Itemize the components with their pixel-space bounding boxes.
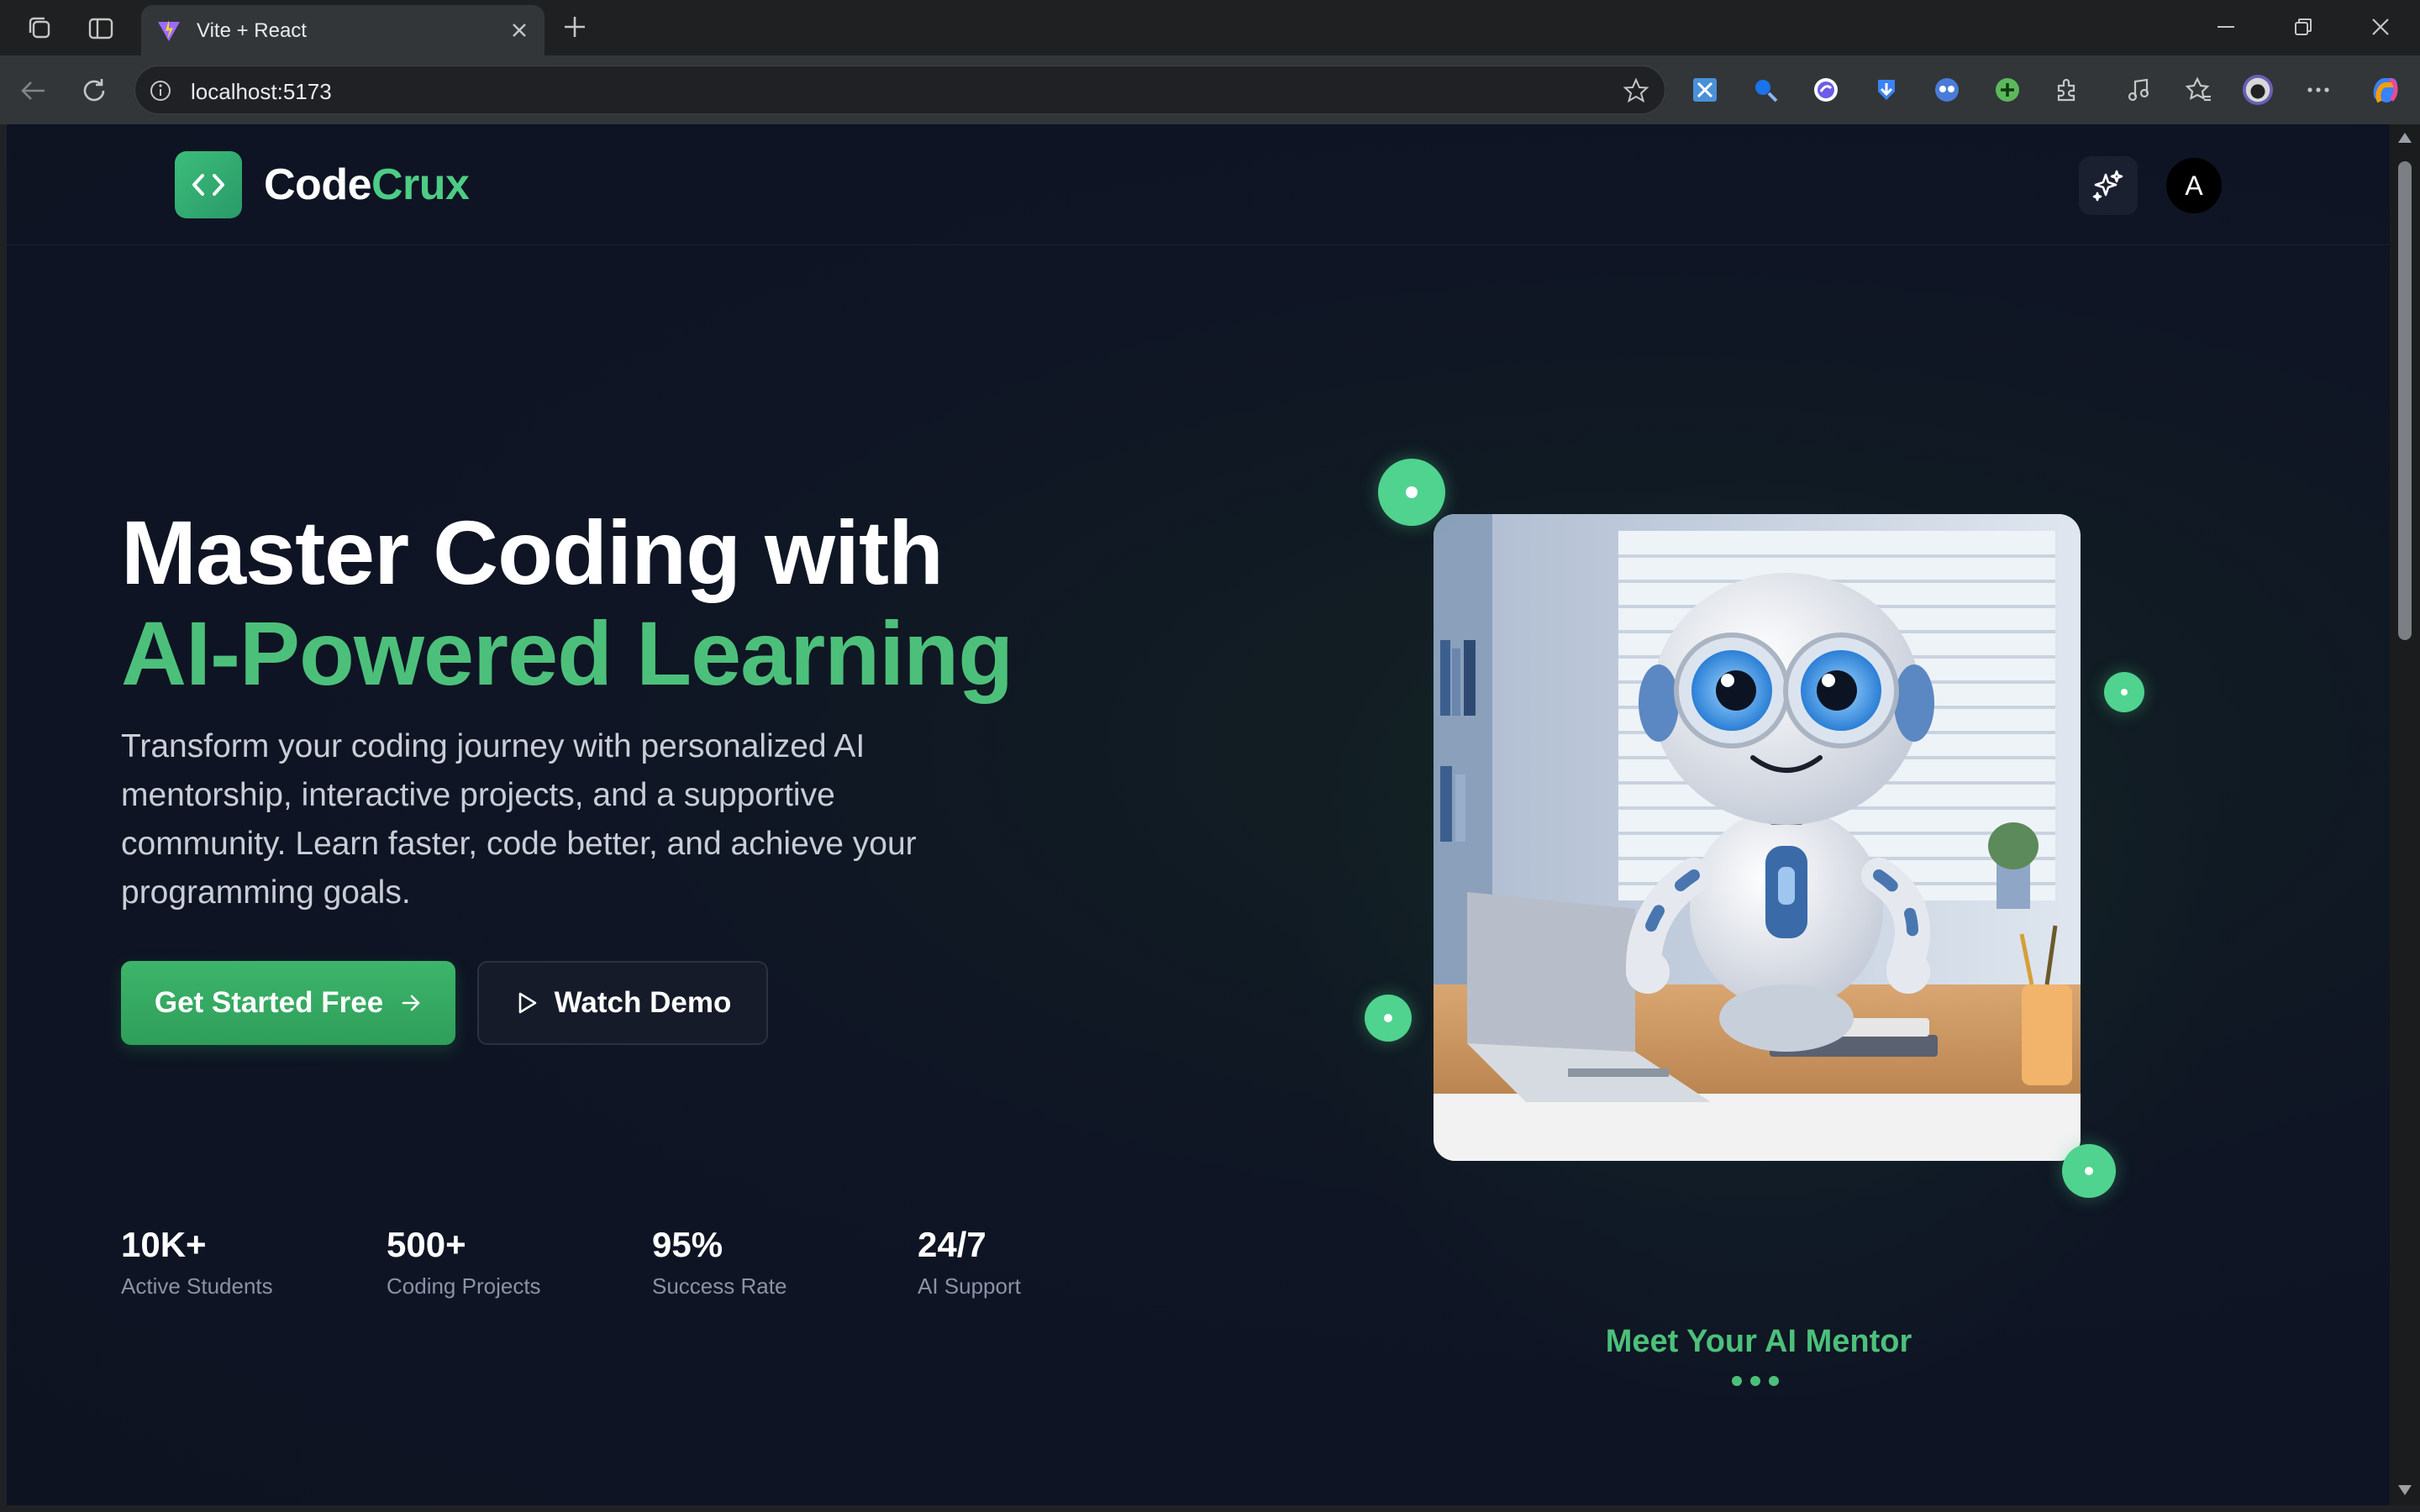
ai-mentor-robot-image (1434, 514, 2081, 1161)
new-tab-icon[interactable] (558, 10, 592, 44)
copilot-icon[interactable] (2366, 71, 2403, 108)
media-control-icon[interactable] (2123, 74, 2154, 106)
hero-description: Transform your coding journey with perso… (121, 728, 917, 911)
active-tab[interactable]: Vite + React (141, 5, 544, 55)
tab-title: Vite + React (197, 19, 307, 42)
brand-logo-text[interactable]: CodeCrux (264, 160, 470, 210)
url-text[interactable]: localhost:5173 (191, 79, 332, 105)
brand-name-part2: Crux (371, 160, 470, 209)
more-options-icon[interactable] (2302, 74, 2334, 106)
scroll-up-arrow-icon[interactable] (2398, 133, 2412, 143)
stat-value: 10K+ (121, 1225, 207, 1264)
browser-toolbar: localhost:5173 (0, 55, 2420, 124)
stat-active-students: 10K+ Active Students (121, 1225, 273, 1299)
hero-headline: Master Coding with AI-Powered Learning (121, 502, 1013, 704)
profile-avatar-icon[interactable] (2242, 74, 2274, 106)
arrow-right-icon (402, 995, 420, 1011)
minimize-icon[interactable] (2205, 10, 2247, 44)
stat-label: AI Support (918, 1273, 1021, 1299)
scroll-down-arrow-icon[interactable] (2398, 1485, 2412, 1495)
decorative-dot (2062, 1144, 2116, 1198)
get-started-label: Get Started Free (154, 986, 384, 1019)
stat-label: Success Rate (652, 1273, 787, 1299)
stat-ai-support: 24/7 AI Support (918, 1225, 1021, 1299)
stat-value: 95% (652, 1225, 723, 1264)
stat-label: Coding Projects (387, 1273, 541, 1299)
code-logo-icon[interactable] (175, 151, 242, 218)
page-scrollbar[interactable] (2390, 124, 2420, 1505)
browser-tabstrip: Vite + React (0, 0, 2420, 55)
stat-value: 24/7 (918, 1225, 986, 1264)
stat-label: Active Students (121, 1273, 273, 1299)
headline-line-2: AI-Powered Learning (121, 602, 1013, 704)
extensions-puzzle-icon[interactable] (2052, 74, 2084, 106)
window-bottom-edge (0, 1505, 2420, 1512)
stat-value: 500+ (387, 1225, 466, 1264)
extension-1-icon[interactable] (1689, 74, 1721, 106)
extension-5-icon[interactable] (1931, 74, 1963, 106)
workspaces-icon[interactable] (24, 12, 57, 45)
extension-search-icon[interactable] (1749, 74, 1781, 106)
address-bar[interactable]: localhost:5173 (134, 66, 1665, 114)
decorative-dot (1378, 459, 1445, 526)
ai-sparkle-button[interactable] (2079, 156, 2138, 215)
extension-download-icon[interactable] (1870, 74, 1902, 106)
decorative-dot (1365, 995, 1412, 1042)
watch-demo-label: Watch Demo (554, 986, 732, 1019)
brand-name-part1: Code (264, 160, 372, 209)
get-started-button[interactable]: Get Started Free (121, 961, 455, 1045)
headline-line-1: Master Coding with (121, 501, 944, 603)
reload-icon[interactable] (76, 72, 113, 109)
stat-coding-projects: 500+ Coding Projects (387, 1225, 541, 1299)
extension-3-icon[interactable] (1810, 74, 1842, 106)
scrollbar-thumb[interactable] (2398, 161, 2412, 640)
play-icon (518, 992, 536, 1014)
typing-indicator (1732, 1376, 1779, 1386)
restore-icon[interactable] (2282, 10, 2324, 44)
close-tab-icon[interactable] (506, 17, 533, 44)
vite-favicon-icon (156, 18, 182, 48)
extension-plus-icon[interactable] (1991, 74, 2023, 106)
vertical-tabs-icon[interactable] (84, 12, 118, 45)
decorative-dot (2104, 672, 2144, 712)
site-info-icon[interactable] (149, 79, 172, 107)
page-viewport: CodeCrux A Master Coding with AI-Powered… (7, 124, 2390, 1505)
site-header: CodeCrux A (7, 124, 2390, 245)
favorites-icon[interactable] (2183, 74, 2215, 106)
watch-demo-button[interactable]: Watch Demo (477, 961, 768, 1045)
favorite-star-icon[interactable] (1623, 77, 1649, 108)
back-arrow-icon[interactable] (15, 72, 52, 109)
close-window-icon[interactable] (2360, 10, 2402, 44)
user-avatar[interactable]: A (2166, 158, 2222, 213)
mentor-caption: Meet Your AI Mentor (1605, 1324, 1912, 1359)
stat-success-rate: 95% Success Rate (652, 1225, 786, 1299)
